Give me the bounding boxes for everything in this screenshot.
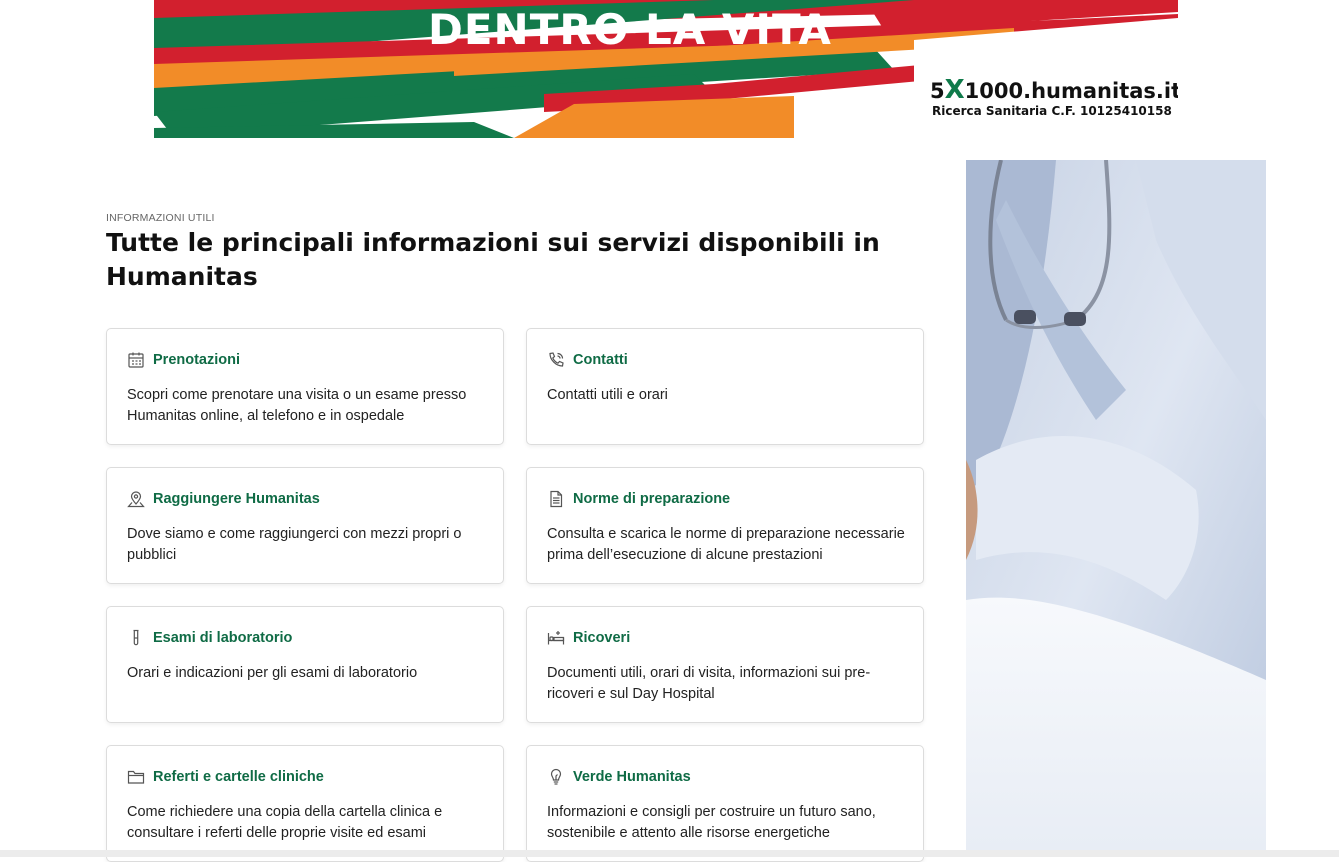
card-referti-e-cartelle-cliniche[interactable]: Referti e cartelle cliniche Come richied…	[106, 745, 504, 862]
location-pin-icon	[127, 490, 145, 508]
card-contatti[interactable]: Contatti Contatti utili e orari	[526, 328, 924, 445]
section-eyebrow: INFORMAZIONI UTILI	[106, 212, 215, 224]
horizontal-scrollbar[interactable]	[0, 850, 1339, 857]
card-title: Referti e cartelle cliniche	[153, 769, 324, 785]
card-description: Dove siamo e come raggiungerci con mezzi…	[127, 526, 462, 563]
card-description: Scopri come prenotare una visita o un es…	[127, 387, 467, 424]
doctor-illustration	[966, 160, 1266, 850]
card-title: Norme di preparazione	[573, 491, 731, 507]
section-heading: Tutte le principali informazioni sui ser…	[106, 228, 880, 291]
phone-icon	[547, 351, 565, 369]
lightbulb-icon	[547, 768, 565, 786]
card-esami-di-laboratorio[interactable]: Esami di laboratorio Orari e indicazioni…	[106, 606, 504, 723]
card-description: Documenti utili, orari di visita, inform…	[547, 665, 871, 702]
card-description: Come richiedere una copia della cartella…	[127, 804, 443, 841]
folder-icon	[127, 768, 145, 786]
banner-logo-domain: 1000.humanitas.it	[964, 79, 1178, 103]
card-title: Prenotazioni	[153, 352, 241, 368]
card-description: Informazioni e consigli per costruire un…	[547, 804, 876, 841]
card-prenotazioni[interactable]: Prenotazioni Scopri come prenotare una v…	[106, 328, 504, 445]
bed-icon	[547, 629, 565, 647]
banner-logo: 5X1000.humanitas.it	[930, 76, 1178, 105]
card-title: Raggiungere Humanitas	[153, 491, 320, 507]
card-raggiungere-humanitas[interactable]: Raggiungere Humanitas Dove siamo e come …	[106, 467, 504, 584]
card-ricoveri[interactable]: Ricoveri Documenti utili, orari di visit…	[526, 606, 924, 723]
card-verde-humanitas[interactable]: Verde Humanitas Informazioni e consigli …	[526, 745, 924, 862]
banner-logo-five: 5	[930, 79, 945, 103]
card-description: Orari e indicazioni per gli esami di lab…	[127, 665, 418, 681]
document-icon	[547, 490, 565, 508]
banner-subtitle: Ricerca Sanitaria C.F. 10125410158	[932, 104, 1172, 118]
card-description: Contatti utili e orari	[547, 387, 668, 403]
donation-banner[interactable]: DENTRO LA VITA 5X1000.humanitas.it Ricer…	[154, 0, 1178, 138]
card-title: Esami di laboratorio	[153, 630, 293, 646]
calendar-icon	[127, 351, 145, 369]
banner-title: DENTRO LA VITA	[428, 5, 832, 54]
banner-logo-x: X	[944, 75, 965, 105]
card-norme-di-preparazione[interactable]: Norme di preparazione Consulta e scarica…	[526, 467, 924, 584]
card-title: Verde Humanitas	[573, 769, 691, 785]
card-title: Contatti	[573, 352, 628, 368]
card-title: Ricoveri	[573, 630, 631, 646]
doctor-photo	[966, 160, 1266, 850]
card-description: Consulta e scarica le norme di preparazi…	[547, 526, 905, 563]
test-tube-icon	[127, 629, 145, 647]
